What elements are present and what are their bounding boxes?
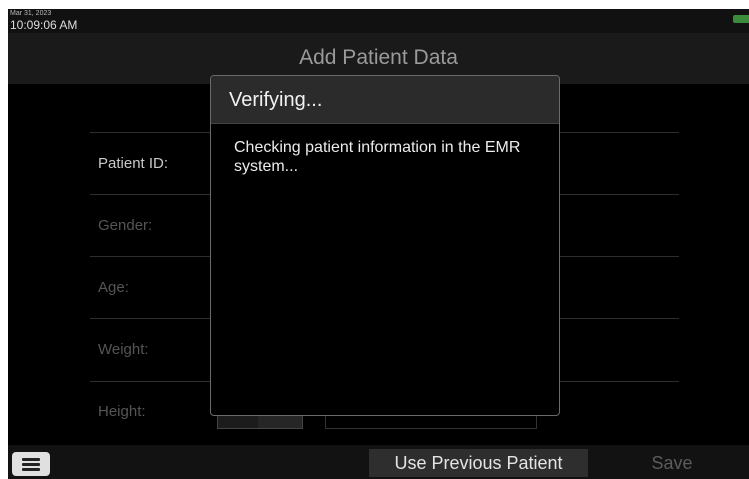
verifying-dialog: Verifying... Checking patient informatio…	[210, 75, 560, 416]
device-screen: Mar 31, 2023 10:09:06 AM Add Patient Dat…	[8, 9, 749, 479]
dialog-header: Verifying...	[211, 76, 559, 124]
status-bar: Mar 31, 2023 10:09:06 AM	[8, 9, 749, 33]
hamburger-menu-icon[interactable]	[12, 452, 50, 476]
use-previous-patient-button[interactable]: Use Previous Patient	[369, 449, 588, 477]
bottom-toolbar: Use Previous Patient Save	[8, 445, 749, 479]
status-date: Mar 31, 2023	[10, 10, 52, 17]
dialog-message: Checking patient information in the EMR …	[234, 139, 521, 175]
gender-label: Gender:	[98, 217, 153, 234]
height-label: Height:	[98, 403, 146, 420]
battery-icon	[733, 15, 749, 23]
dialog-title: Verifying...	[229, 89, 323, 111]
weight-label: Weight:	[98, 341, 149, 358]
patient-id-label: Patient ID:	[98, 155, 169, 172]
save-button[interactable]: Save	[597, 449, 747, 477]
status-time: 10:09:06 AM	[10, 18, 78, 32]
page-title: Add Patient Data	[299, 46, 458, 69]
age-label: Age:	[98, 279, 129, 296]
